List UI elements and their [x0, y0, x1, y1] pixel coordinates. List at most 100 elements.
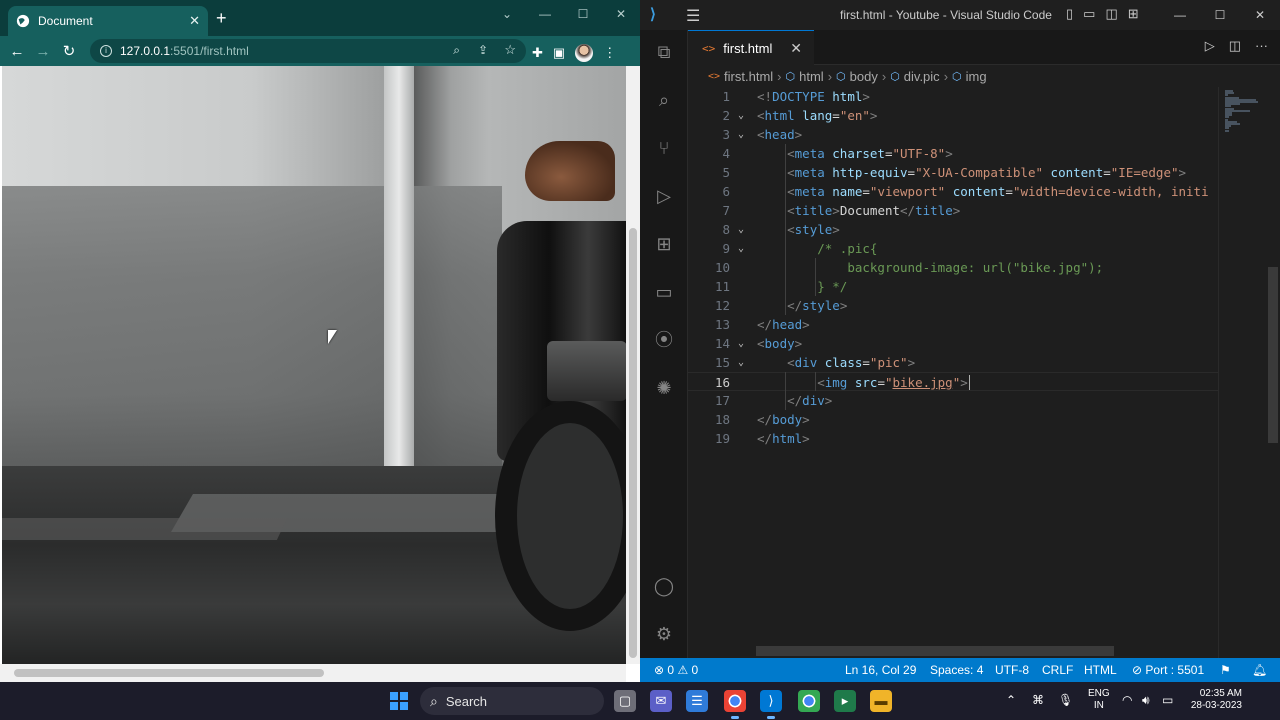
cursor-position[interactable]: Ln 16, Col 29 — [845, 663, 916, 677]
gear-icon[interactable]: ⚙ — [652, 622, 676, 646]
git-graph-icon[interactable]: ⦿ — [652, 328, 676, 352]
openai-icon[interactable]: ✺ — [652, 376, 676, 400]
taskbar-search[interactable]: ⌕ Search — [420, 687, 604, 715]
zoom-icon[interactable]: ⌕ — [453, 43, 460, 58]
code-line[interactable]: 14 ⌄ <body> — [688, 334, 1218, 353]
problems-indicator[interactable]: ⊗ 0 ⚠ 0 — [654, 663, 698, 677]
share-icon[interactable]: ⇪ — [478, 43, 488, 57]
chevron-down-icon[interactable]: ⌄ — [488, 0, 526, 28]
code-line[interactable]: 5 <meta http-equiv="X-UA-Compatible" con… — [688, 163, 1218, 182]
live-server-port[interactable]: ⊘ Port : 5501 — [1132, 663, 1204, 677]
file-explorer-icon[interactable]: ▬ — [870, 690, 892, 712]
breadcrumb-item[interactable]: html — [799, 69, 824, 84]
fold-chevron-icon[interactable]: ⌄ — [738, 353, 744, 372]
code-line[interactable]: 8 ⌄ <style> — [688, 220, 1218, 239]
code-line[interactable]: 15 ⌄ <div class="pic"> — [688, 353, 1218, 372]
minimize-icon[interactable]: — — [1160, 0, 1200, 30]
scrollbar-thumb[interactable] — [629, 228, 637, 658]
extensions-icon[interactable]: ✚ — [532, 45, 543, 61]
wifi-icon[interactable]: ◠ — [1122, 693, 1132, 707]
code-line[interactable]: 3 ⌄ <head> — [688, 125, 1218, 144]
sidepanel-icon[interactable]: ▣ — [553, 45, 565, 61]
fold-chevron-icon[interactable]: ⌄ — [738, 239, 744, 258]
feedback-icon[interactable]: ⚑ — [1220, 663, 1231, 677]
code-line[interactable]: 11 } */ — [688, 277, 1218, 296]
scrollbar-thumb[interactable] — [1268, 267, 1278, 443]
maximize-icon[interactable]: ☐ — [1200, 0, 1240, 30]
browser-tab[interactable]: Document ✕ — [8, 6, 208, 36]
chevron-up-icon[interactable]: ⌃ — [1006, 693, 1016, 707]
star-icon[interactable]: ☆ — [504, 42, 516, 58]
code-line[interactable]: 2 ⌄ <html lang="en"> — [688, 106, 1218, 125]
explorer-icon[interactable]: ⧉ — [652, 40, 676, 64]
plus-icon[interactable]: + — [216, 8, 227, 28]
profile-avatar[interactable] — [575, 44, 594, 62]
code-line[interactable]: 13 </head> — [688, 315, 1218, 334]
minimize-icon[interactable]: — — [526, 0, 564, 28]
run-debug-icon[interactable]: ▷ — [652, 184, 676, 208]
source-control-icon[interactable]: ⑂ — [652, 136, 676, 160]
clock[interactable]: 02:35 AM 28-03-2023 — [1186, 688, 1242, 712]
hamburger-menu-icon[interactable]: ☰ — [686, 6, 700, 26]
account-icon[interactable]: ◯ — [652, 574, 676, 598]
microphone-icon[interactable]: 🎙︎ — [1058, 693, 1073, 707]
run-icon[interactable]: ▷ — [1205, 38, 1215, 54]
fold-chevron-icon[interactable]: ⌄ — [738, 334, 744, 353]
scrollbar-thumb[interactable] — [14, 669, 324, 677]
bell-icon[interactable]: 🔔︎ — [1252, 663, 1267, 677]
page-horizontal-scrollbar[interactable] — [0, 664, 626, 682]
code-line[interactable]: 7 <title>Document</title> — [688, 201, 1218, 220]
teams-chat-icon[interactable]: ✉ — [650, 690, 672, 712]
close-icon[interactable]: ✕ — [189, 13, 200, 29]
back-icon[interactable]: ← — [4, 43, 30, 60]
terminal-icon[interactable]: ▸ — [834, 690, 856, 712]
chrome-icon[interactable] — [724, 690, 746, 719]
volume-icon[interactable]: 🔊︎ — [1142, 693, 1150, 708]
extensions-icon[interactable]: ⊞ — [652, 232, 676, 256]
close-window-icon[interactable]: ✕ — [602, 0, 640, 28]
customize-layout-icon[interactable]: ⊞ — [1128, 6, 1139, 22]
code-line[interactable]: 16 <img src="bike.jpg"> — [688, 372, 1218, 391]
close-icon[interactable]: ✕ — [790, 40, 802, 57]
chrome-profile-icon[interactable] — [798, 690, 820, 712]
info-icon[interactable]: i — [100, 45, 112, 57]
indentation[interactable]: Spaces: 4 — [930, 663, 983, 677]
vscode-taskbar-icon[interactable]: ⟩ — [760, 690, 782, 719]
editor-vertical-scrollbar[interactable] — [1266, 87, 1280, 658]
language-mode[interactable]: HTML — [1084, 663, 1117, 677]
close-window-icon[interactable]: ✕ — [1240, 0, 1280, 30]
breadcrumb-item[interactable]: first.html — [724, 69, 773, 84]
code-line[interactable]: 9 ⌄ /* .pic{ — [688, 239, 1218, 258]
address-bar[interactable]: i 127.0.0.1:5501/first.html ⌕ ⇪ ☆ — [90, 39, 526, 63]
code-line[interactable]: 18 </body> — [688, 410, 1218, 429]
code-line[interactable]: 17 </div> — [688, 391, 1218, 410]
forward-icon[interactable]: → — [30, 43, 56, 60]
tab-first-html[interactable]: <> first.html ✕ — [688, 30, 814, 65]
fold-chevron-icon[interactable]: ⌄ — [738, 125, 744, 144]
maximize-icon[interactable]: ☐ — [564, 0, 602, 28]
search-icon[interactable]: ⌕ — [652, 88, 676, 112]
toggle-panel-icon[interactable]: ▭ — [1083, 6, 1095, 22]
page-vertical-scrollbar[interactable] — [626, 66, 640, 664]
code-line[interactable]: 19 </html> — [688, 429, 1218, 448]
breadcrumb-item[interactable]: div.pic — [904, 69, 940, 84]
editor-horizontal-scrollbar[interactable] — [756, 646, 1114, 656]
notepad-icon[interactable]: ☰ — [686, 690, 708, 712]
more-actions-icon[interactable]: ··· — [1255, 38, 1268, 54]
code-line[interactable]: 10 background-image: url("bike.jpg"); — [688, 258, 1218, 277]
encoding[interactable]: UTF-8 — [995, 663, 1029, 677]
minimap[interactable] — [1218, 87, 1266, 658]
toggle-secondary-sidebar-icon[interactable]: ◫ — [1105, 6, 1117, 22]
end-of-line[interactable]: CRLF — [1042, 663, 1073, 677]
breadcrumb-item[interactable]: body — [850, 69, 878, 84]
code-line[interactable]: 4 <meta charset="UTF-8"> — [688, 144, 1218, 163]
reload-icon[interactable]: ↻ — [56, 42, 82, 60]
code-line[interactable]: 1 <!DOCTYPE html> — [688, 87, 1218, 106]
kebab-menu-icon[interactable]: ⋮ — [603, 45, 616, 61]
code-line[interactable]: 6 <meta name="viewport" content="width=d… — [688, 182, 1218, 201]
breadcrumb-item[interactable]: img — [966, 69, 987, 84]
language-indicator[interactable]: ENG IN — [1088, 688, 1110, 712]
fold-chevron-icon[interactable]: ⌄ — [738, 220, 744, 239]
toggle-sidebar-icon[interactable]: ▯ — [1066, 6, 1073, 22]
code-editor[interactable]: 1 <!DOCTYPE html> 2 ⌄ <html lang="en"> 3 ⌄ <hea… — [688, 87, 1218, 658]
